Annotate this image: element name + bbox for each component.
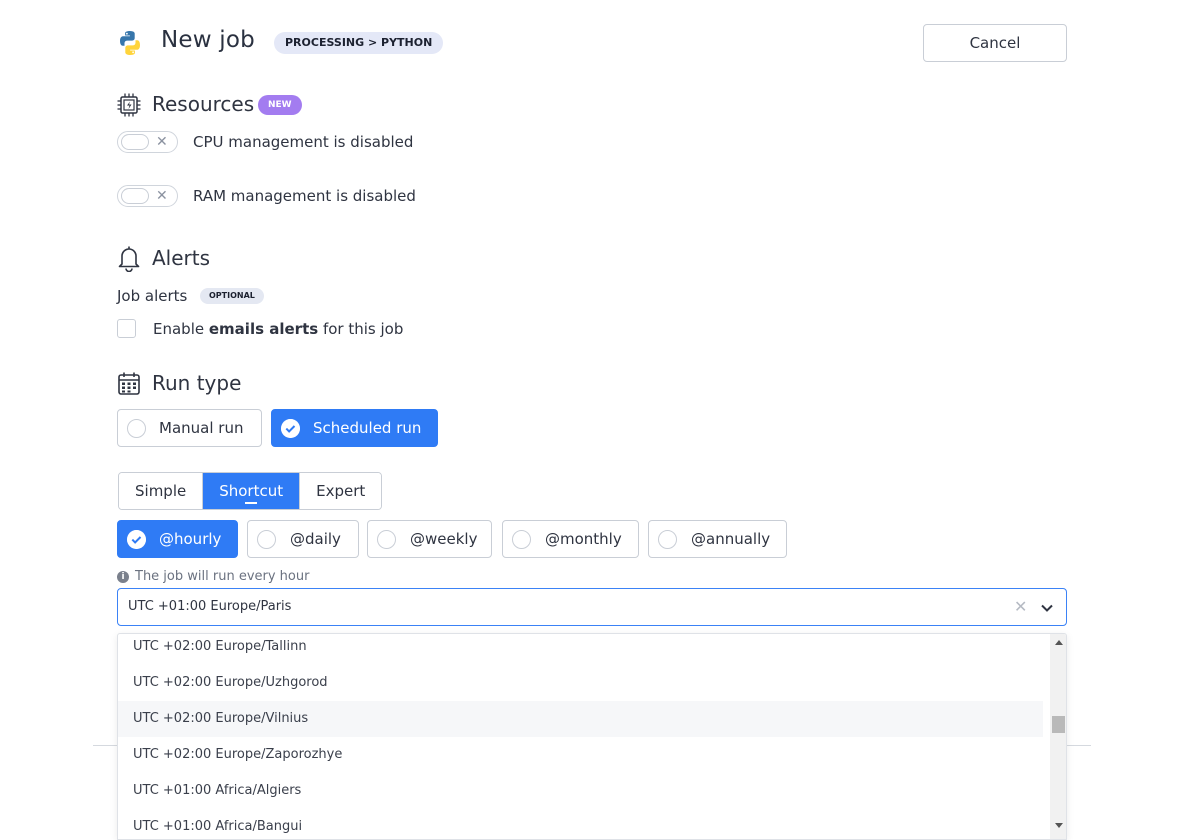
radio-circle: [377, 530, 396, 549]
ram-toggle[interactable]: ✕: [117, 185, 178, 207]
shortcut-label: @hourly: [159, 530, 222, 548]
email-alerts-label: Enable emails alerts for this job: [153, 320, 403, 338]
email-alerts-bold: emails alerts: [208, 320, 319, 338]
radio-circle: [512, 530, 531, 549]
scrollbar-track[interactable]: [1050, 634, 1066, 839]
shortcut-weekly[interactable]: @weekly: [367, 520, 492, 558]
alerts-title: Alerts: [152, 246, 211, 270]
scroll-up-icon[interactable]: [1055, 640, 1063, 645]
new-badge: NEW: [258, 95, 302, 115]
timezone-option[interactable]: UTC +01:00 Africa/Algiers: [118, 773, 1048, 809]
scheduled-run-label: Scheduled run: [313, 419, 422, 437]
run-type-title: Run type: [152, 371, 242, 395]
toggle-knob: [121, 188, 149, 204]
schedule-hint: i The job will run every hour: [117, 569, 309, 584]
shortcut-monthly[interactable]: @monthly: [502, 520, 639, 558]
timezone-option[interactable]: UTC +02:00 Europe/Uzhgorod: [118, 665, 1048, 701]
clear-icon[interactable]: ✕: [1014, 597, 1027, 616]
email-alerts-checkbox[interactable]: [117, 319, 136, 338]
shortcut-label: @monthly: [545, 530, 622, 548]
email-alerts-suffix: for this job: [322, 320, 404, 338]
optional-badge: OPTIONAL: [200, 288, 264, 304]
schedule-hint-text: The job will run every hour: [135, 569, 310, 584]
shortcut-label: @annually: [691, 530, 771, 548]
email-alerts-prefix: Enable: [153, 320, 205, 338]
cpu-toggle-label: CPU management is disabled: [193, 133, 414, 151]
page-title: New job: [161, 27, 255, 53]
info-icon: i: [117, 571, 129, 583]
bell-icon: [118, 246, 140, 272]
calendar-icon: [118, 372, 140, 395]
job-alerts-label: Job alerts: [117, 287, 188, 305]
scheduled-run-option[interactable]: Scheduled run: [271, 409, 438, 447]
shortcut-daily[interactable]: @daily: [247, 520, 359, 558]
check-circle-icon: [127, 530, 146, 549]
cancel-button[interactable]: Cancel: [923, 24, 1067, 62]
cpu-toggle[interactable]: ✕: [117, 131, 178, 153]
resources-title: Resources: [152, 92, 255, 116]
manual-run-option[interactable]: Manual run: [117, 409, 262, 447]
timezone-option[interactable]: UTC +01:00 Africa/Bangui: [118, 809, 1048, 839]
timezone-option[interactable]: UTC +02:00 Europe/Zaporozhye: [118, 737, 1048, 773]
tab-shortcut[interactable]: Shortcut: [203, 473, 301, 509]
breadcrumb: PROCESSING > PYTHON: [274, 32, 444, 54]
timezone-select[interactable]: UTC +01:00 Europe/Paris ✕: [117, 588, 1067, 626]
timezone-value: UTC +01:00 Europe/Paris: [128, 599, 292, 614]
schedule-mode-tabs: Simple Shortcut Expert: [118, 472, 383, 510]
manual-run-label: Manual run: [159, 419, 244, 437]
ram-toggle-label: RAM management is disabled: [193, 187, 416, 205]
shortcut-annually[interactable]: @annually: [648, 520, 787, 558]
shortcut-hourly[interactable]: @hourly: [117, 520, 238, 558]
tab-expert[interactable]: Expert: [300, 473, 382, 509]
radio-circle: [257, 530, 276, 549]
close-icon: ✕: [156, 188, 168, 204]
tab-simple[interactable]: Simple: [119, 473, 204, 509]
shortcut-label: @daily: [290, 530, 341, 548]
scrollbar-thumb[interactable]: [1052, 716, 1065, 733]
timezone-option[interactable]: UTC +02:00 Europe/Vilnius: [118, 701, 1043, 737]
check-circle-icon: [281, 419, 300, 438]
chevron-down-icon[interactable]: [1038, 599, 1056, 617]
radio-circle: [127, 419, 146, 438]
radio-circle: [658, 530, 677, 549]
timezone-option[interactable]: UTC +02:00 Europe/Tallinn: [118, 634, 1048, 665]
scroll-down-icon[interactable]: [1055, 823, 1063, 828]
close-icon: ✕: [156, 134, 168, 150]
shortcut-label: @weekly: [410, 530, 478, 548]
cpu-chip-icon: [117, 93, 141, 117]
timezone-dropdown: UTC +02:00 Europe/Tallinn UTC +02:00 Eur…: [117, 633, 1067, 840]
toggle-knob: [121, 134, 149, 150]
python-icon: [120, 31, 140, 55]
